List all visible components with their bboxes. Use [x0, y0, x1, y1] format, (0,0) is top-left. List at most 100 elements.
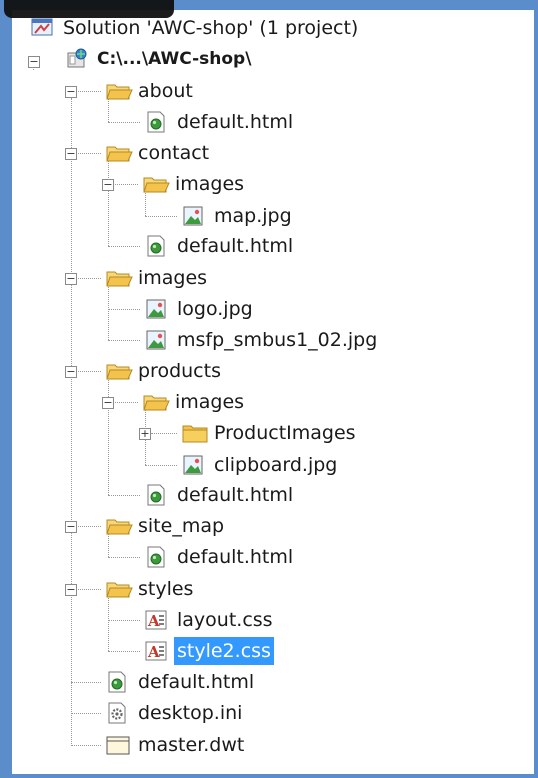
folder-label: about [138, 80, 193, 102]
file-label: clipboard.jpg [214, 454, 338, 476]
tree-item-file-clipboard[interactable]: clipboard.jpg [181, 451, 340, 479]
file-label: master.dwt [138, 734, 245, 756]
tree-item-folder-about[interactable]: about [105, 77, 196, 105]
tree-item-file-root-default[interactable]: default.html [105, 668, 257, 696]
folder-open-icon [142, 172, 170, 196]
collapse-toggle[interactable]: − [65, 273, 77, 285]
html-file-icon [144, 545, 168, 569]
collapse-toggle[interactable]: − [65, 86, 77, 98]
solution-label: Solution 'AWC-shop' (1 project) [63, 17, 359, 39]
tree-item-file-map[interactable]: map.jpg [181, 202, 295, 230]
tree-item-file-master-dwt[interactable]: master.dwt [105, 731, 247, 759]
tree-item-file-logo[interactable]: logo.jpg [144, 295, 256, 323]
tree-item-file-msfp[interactable]: msfp_smbus1_02.jpg [144, 326, 380, 354]
image-file-icon [181, 453, 205, 477]
tree-item-folder-products[interactable]: products [105, 357, 224, 385]
image-file-icon [144, 297, 168, 321]
tree-item-folder-productimages[interactable]: ProductImages [181, 419, 359, 447]
tree-item-folder-images[interactable]: images [105, 264, 210, 292]
tree-item-solution[interactable]: Solution 'AWC-shop' (1 project) [30, 14, 361, 42]
tree-item-file-style2-css[interactable]: A style2.css [144, 637, 274, 665]
file-label: default.html [177, 235, 294, 257]
settings-file-icon [105, 701, 129, 725]
tree-item-folder-contact[interactable]: contact [105, 139, 212, 167]
collapse-toggle[interactable]: − [102, 179, 114, 191]
folder-label: ProductImages [214, 422, 356, 444]
collapse-toggle[interactable]: − [65, 584, 77, 596]
collapse-toggle[interactable]: − [65, 521, 77, 533]
file-label: layout.css [177, 609, 273, 631]
file-label: logo.jpg [177, 298, 253, 320]
file-label: map.jpg [214, 205, 292, 227]
folder-label: site_map [138, 515, 225, 537]
file-label: desktop.ini [138, 702, 243, 724]
tree-item-folder-contact-images[interactable]: images [142, 170, 247, 198]
tree-item-folder-products-images[interactable]: images [142, 388, 247, 416]
css-file-icon: A [144, 608, 168, 632]
tree-item-file-layout-css[interactable]: A layout.css [144, 606, 276, 634]
folder-label: contact [138, 142, 210, 164]
file-label: default.html [177, 546, 294, 568]
tree-line [108, 246, 140, 247]
html-file-icon [144, 234, 168, 258]
svg-text:A: A [147, 612, 160, 630]
tree-item-file-products-default[interactable]: default.html [144, 481, 296, 509]
tree-line [108, 309, 140, 310]
tree-line [108, 495, 140, 496]
expand-toggle[interactable]: + [139, 428, 151, 440]
tree-line [151, 433, 177, 434]
folder-open-icon [105, 514, 133, 538]
tree-line [108, 620, 140, 621]
folder-open-icon [105, 266, 133, 290]
file-label: default.html [138, 671, 255, 693]
file-label-selected: style2.css [174, 637, 274, 665]
file-label: default.html [177, 484, 294, 506]
file-label: default.html [177, 111, 294, 133]
tree-line [108, 285, 109, 340]
html-file-icon [144, 110, 168, 134]
template-file-icon [105, 733, 130, 757]
tree-item-file-about-default[interactable]: default.html [144, 108, 296, 136]
tree-line [71, 682, 101, 683]
tree-line [108, 122, 140, 123]
folder-label: styles [138, 578, 194, 600]
solution-icon [30, 16, 54, 40]
tree-line [71, 98, 72, 746]
css-file-icon: A [144, 639, 168, 663]
folder-open-icon [105, 577, 133, 601]
tree-item-project[interactable]: C:\...\AWC-shop\ [64, 45, 254, 73]
tree-line [145, 465, 177, 466]
tree-line [71, 713, 101, 714]
html-file-icon [144, 483, 168, 507]
tree-item-folder-site-map[interactable]: site_map [105, 512, 227, 540]
folder-label: images [175, 173, 245, 195]
folder-label: products [138, 360, 221, 382]
tree-line [108, 557, 140, 558]
tree-item-folder-styles[interactable]: styles [105, 575, 196, 603]
tree-item-file-site-map-default[interactable]: default.html [144, 543, 296, 571]
tree-line [108, 340, 140, 341]
folder-open-icon [105, 359, 133, 383]
folder-label: images [175, 391, 245, 413]
collapse-toggle[interactable]: − [65, 366, 77, 378]
file-label: msfp_smbus1_02.jpg [177, 329, 378, 351]
html-file-icon [105, 670, 129, 694]
tree-line [71, 745, 101, 746]
image-file-icon [181, 204, 205, 228]
tree-line [108, 651, 140, 652]
folder-closed-icon [181, 421, 208, 445]
collapse-toggle[interactable]: − [102, 397, 114, 409]
collapse-toggle[interactable]: − [28, 56, 40, 68]
folder-label: images [138, 267, 208, 289]
tree-line [108, 160, 109, 246]
web-project-icon [64, 47, 88, 71]
tree-item-file-contact-default[interactable]: default.html [144, 232, 296, 260]
tree-line [145, 216, 177, 217]
project-label: C:\...\AWC-shop\ [97, 49, 252, 69]
tree-item-file-desktop-ini[interactable]: desktop.ini [105, 699, 245, 727]
solution-tree: − − − − − − − + − − Solution 'AWC-shop' … [0, 0, 538, 778]
folder-open-icon [142, 390, 170, 414]
folder-open-icon [105, 79, 133, 103]
collapse-toggle[interactable]: − [65, 148, 77, 160]
svg-text:A: A [147, 643, 160, 661]
